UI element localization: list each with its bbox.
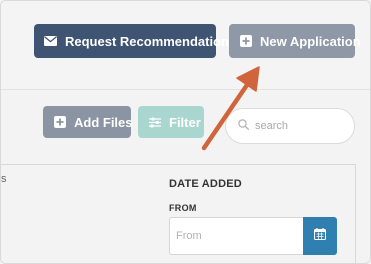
new-application-button[interactable]: New Application xyxy=(229,24,361,58)
date-added-label: DATE ADDED xyxy=(169,178,242,190)
request-recommendation-label: Request Recommendation xyxy=(65,33,229,49)
filter-label: Filter xyxy=(169,114,201,130)
search-icon xyxy=(238,117,249,135)
column-label-fragment: s xyxy=(1,173,7,185)
filter-button[interactable]: Filter xyxy=(138,106,204,138)
calendar-button[interactable] xyxy=(303,217,337,255)
from-label: FROM xyxy=(169,203,197,213)
search-input[interactable] xyxy=(255,120,335,132)
app-frame: Request Recommendation New Application A… xyxy=(0,0,371,264)
new-application-label: New Application xyxy=(260,33,361,49)
search-box[interactable] xyxy=(225,108,355,144)
add-files-button[interactable]: Add Files xyxy=(43,106,133,138)
plus-square-icon xyxy=(54,116,66,128)
calendar-icon xyxy=(313,227,327,245)
envelope-icon xyxy=(44,36,57,46)
plus-square-icon xyxy=(240,35,252,47)
sliders-icon xyxy=(149,116,161,128)
request-recommendation-button[interactable]: Request Recommendation xyxy=(34,24,229,58)
add-files-label: Add Files xyxy=(74,114,133,130)
from-date-input[interactable] xyxy=(169,217,304,255)
